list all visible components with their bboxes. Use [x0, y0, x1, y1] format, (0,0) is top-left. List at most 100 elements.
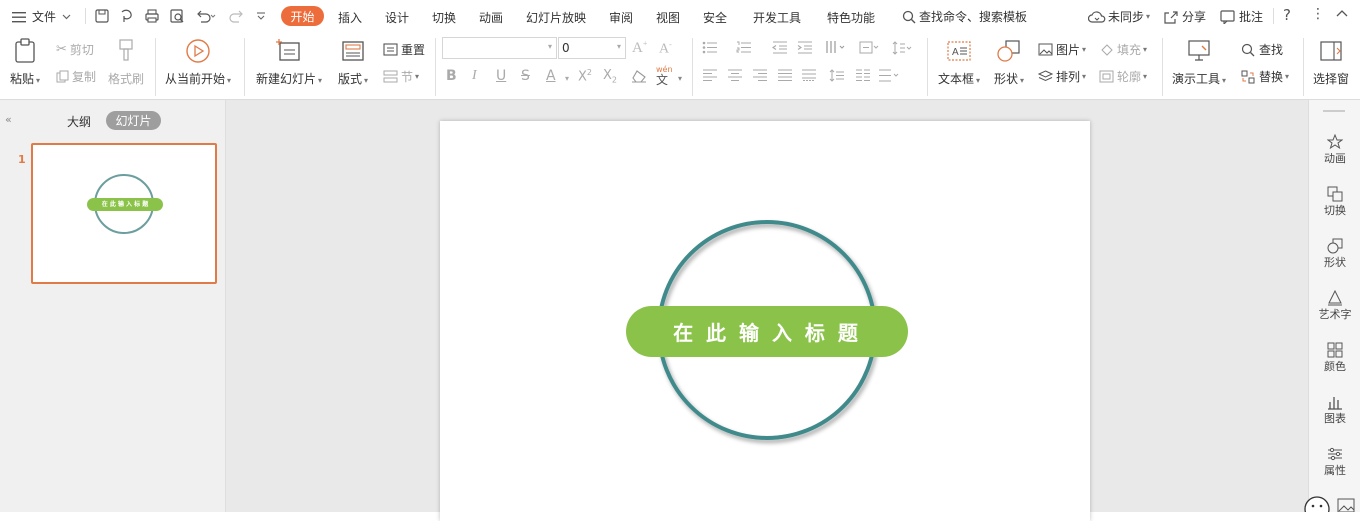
- phonetic-icon[interactable]: wén 文: [656, 66, 673, 87]
- underline-icon[interactable]: U: [496, 68, 506, 84]
- file-menu-label: 文件: [32, 10, 57, 24]
- reset-button[interactable]: 重置: [383, 41, 425, 58]
- subscript-icon[interactable]: X2: [603, 68, 617, 85]
- print-icon[interactable]: [144, 8, 160, 24]
- layout-icon: [340, 38, 366, 64]
- sidebar-item-animation[interactable]: 动画: [1309, 134, 1360, 166]
- export-pdf-icon[interactable]: [119, 8, 135, 24]
- tab-review[interactable]: 审阅: [609, 9, 633, 26]
- from-current-slide-button[interactable]: 从当前开始 ▾: [165, 38, 231, 87]
- redo-icon[interactable]: [229, 8, 245, 24]
- decrease-indent-icon[interactable]: [772, 41, 788, 54]
- columns-icon[interactable]: [855, 69, 871, 82]
- outline-icon: [1099, 70, 1114, 83]
- find-button[interactable]: 查找: [1241, 41, 1283, 58]
- layout-button[interactable]: 版式 ▾: [338, 38, 368, 87]
- text-direction-icon[interactable]: [825, 40, 847, 54]
- paragraph-spacing-icon[interactable]: [829, 69, 845, 82]
- layout-label: 版式: [338, 72, 363, 86]
- section-button[interactable]: 节 ▾: [383, 68, 419, 85]
- copy-button[interactable]: 复制: [56, 68, 96, 85]
- sidebar-item-transition[interactable]: 切换: [1309, 186, 1360, 218]
- file-menu[interactable]: 文件: [12, 8, 71, 25]
- paste-button[interactable]: 粘贴 ▾: [10, 38, 40, 87]
- undo-icon[interactable]: [195, 8, 217, 24]
- sidebar-item-shape[interactable]: 形状: [1309, 238, 1360, 270]
- title-banner[interactable]: 在 此 输 入 标 题: [626, 306, 908, 357]
- text-box-align-icon[interactable]: [878, 69, 900, 82]
- sidebar-item-wordart[interactable]: 艺术字: [1309, 290, 1360, 322]
- save-icon[interactable]: [94, 8, 110, 24]
- replace-button[interactable]: 替换 ▾: [1241, 68, 1289, 85]
- textbox-button[interactable]: A 文本框 ▾: [938, 38, 980, 87]
- line-spacing-icon[interactable]: [892, 41, 912, 55]
- shape-button[interactable]: 形状 ▾: [994, 38, 1024, 87]
- chevron-down-icon: ▾: [678, 74, 683, 83]
- strikethrough-icon[interactable]: S: [521, 68, 530, 84]
- command-search[interactable]: 查找命令、搜索模板: [902, 8, 1027, 25]
- tab-insert[interactable]: 插入: [338, 9, 362, 26]
- tab-developer[interactable]: 开发工具: [753, 9, 801, 26]
- print-preview-icon[interactable]: [169, 8, 185, 24]
- sidebar-item-properties[interactable]: 属性: [1309, 446, 1360, 478]
- cut-button[interactable]: ✂ 剪切: [56, 41, 94, 58]
- justify-icon[interactable]: [777, 69, 793, 81]
- slides-panel: « 大纲 幻灯片 1 在 此 输 入 标 题: [0, 100, 226, 512]
- tab-security[interactable]: 安全: [703, 9, 727, 26]
- arrange-button[interactable]: 排列 ▾: [1038, 68, 1086, 85]
- bullet-list-icon[interactable]: [702, 41, 718, 54]
- outline-button[interactable]: 轮廓 ▾: [1099, 68, 1147, 85]
- slide-thumbnail[interactable]: 在 此 输 入 标 题: [31, 143, 217, 284]
- align-center-icon[interactable]: [727, 69, 743, 81]
- tab-slides[interactable]: 幻灯片: [106, 111, 161, 130]
- bold-icon[interactable]: B: [446, 68, 457, 84]
- align-right-icon[interactable]: [752, 69, 768, 81]
- tab-start[interactable]: 开始: [281, 6, 324, 26]
- tab-animation[interactable]: 动画: [479, 9, 503, 26]
- superscript-icon[interactable]: X2: [578, 68, 592, 84]
- textbox-icon: A: [946, 38, 972, 64]
- new-slide-button[interactable]: 新建幻灯片 ▾: [256, 38, 322, 87]
- font-color-icon[interactable]: A: [546, 68, 556, 84]
- more-options-icon[interactable]: ⋮: [1311, 6, 1325, 22]
- comment-button[interactable]: 批注: [1220, 8, 1263, 25]
- tab-view[interactable]: 视图: [656, 9, 680, 26]
- picture-button[interactable]: 图片 ▾: [1038, 41, 1086, 58]
- image-icon[interactable]: [1337, 498, 1355, 512]
- selection-pane-label: 选择窗: [1313, 72, 1350, 86]
- selection-pane-button[interactable]: 选择窗: [1313, 38, 1349, 87]
- font-name-select[interactable]: ▾: [442, 37, 557, 59]
- slide-title-text[interactable]: 在 此 输 入 标 题: [673, 317, 861, 346]
- presentation-tools-button[interactable]: 演示工具 ▾: [1172, 38, 1226, 87]
- tab-slideshow[interactable]: 幻灯片放映: [526, 9, 586, 26]
- sidebar-item-color[interactable]: 颜色: [1309, 342, 1360, 374]
- decrease-font-icon[interactable]: A-: [659, 40, 672, 58]
- sidebar-item-chart[interactable]: 图表: [1309, 394, 1360, 426]
- tab-special[interactable]: 特色功能: [827, 9, 875, 26]
- distribute-icon[interactable]: [801, 69, 817, 81]
- assistant-face-icon[interactable]: [1303, 495, 1331, 512]
- tab-transition[interactable]: 切换: [432, 9, 456, 26]
- sync-button[interactable]: 未同步 ▾: [1088, 8, 1150, 25]
- play-circle-icon: [185, 38, 211, 64]
- numbered-list-icon[interactable]: [736, 41, 752, 54]
- clear-format-icon[interactable]: [631, 69, 647, 83]
- align-text-icon[interactable]: [859, 41, 879, 54]
- tab-design[interactable]: 设计: [385, 9, 409, 26]
- format-painter-button[interactable]: 格式刷: [108, 38, 144, 87]
- tab-outline[interactable]: 大纲: [67, 113, 91, 130]
- help-icon[interactable]: ?: [1283, 6, 1291, 24]
- align-left-icon[interactable]: [702, 69, 718, 81]
- collapse-panel-icon[interactable]: «: [5, 113, 12, 126]
- collapse-ribbon-icon[interactable]: [1336, 10, 1348, 18]
- fill-button[interactable]: 填充 ▾: [1099, 41, 1147, 58]
- italic-icon[interactable]: I: [472, 68, 477, 84]
- arrange-label: 排列: [1056, 70, 1081, 84]
- slide-canvas[interactable]: 在 此 输 入 标 题: [440, 121, 1090, 521]
- share-button[interactable]: 分享: [1163, 8, 1206, 25]
- wordart-icon: [1327, 290, 1343, 306]
- increase-font-icon[interactable]: A+: [632, 39, 647, 57]
- font-size-select[interactable]: 0 ▾: [558, 37, 626, 59]
- customize-quick-access-icon[interactable]: [256, 11, 266, 21]
- increase-indent-icon[interactable]: [797, 41, 813, 54]
